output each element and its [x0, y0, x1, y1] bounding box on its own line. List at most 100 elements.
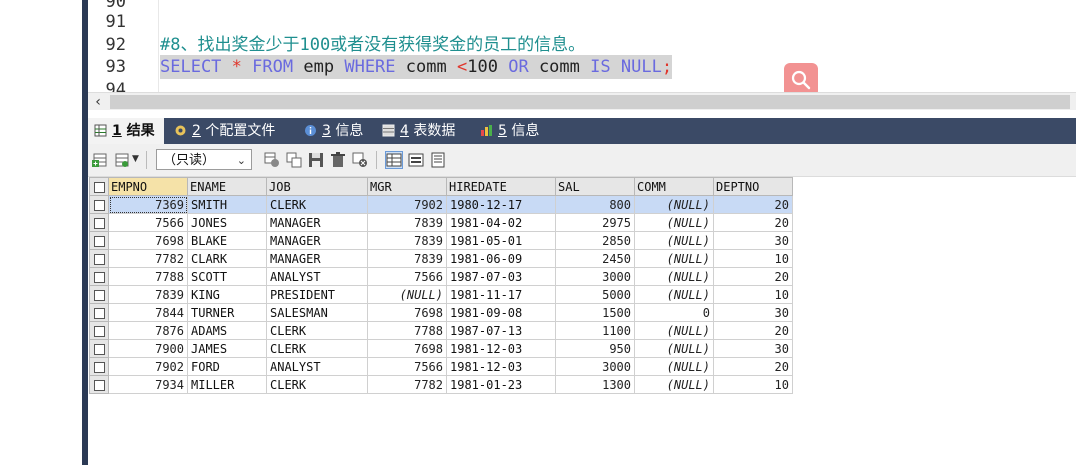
grid-cell[interactable]: 1980-12-17: [446, 195, 556, 214]
chevron-down-icon[interactable]: ▼: [132, 154, 139, 164]
grid-cell[interactable]: (NULL): [634, 357, 714, 376]
scroll-thumb[interactable]: [110, 95, 1070, 109]
grid-cell[interactable]: 10: [713, 249, 793, 268]
grid-cell[interactable]: 7844: [108, 303, 188, 322]
grid-cell[interactable]: 7566: [367, 267, 447, 286]
grid-cell[interactable]: TURNER: [187, 303, 267, 322]
sql-editor[interactable]: 90 91 92 93 94 #8、找出奖金少于100或者没有获得奖金的员工的信…: [88, 0, 1076, 92]
grid-cell[interactable]: 7902: [367, 195, 447, 214]
grid-cell[interactable]: (NULL): [634, 285, 714, 304]
grid-cell[interactable]: 7839: [367, 213, 447, 232]
sql-comment-line[interactable]: #8、找出奖金少于100或者没有获得奖金的员工的信息。: [160, 33, 585, 57]
grid-cell[interactable]: ANALYST: [266, 267, 368, 286]
grid-cell[interactable]: (NULL): [634, 231, 714, 250]
grid-cell[interactable]: 20: [713, 321, 793, 340]
grid-cell[interactable]: 7839: [108, 285, 188, 304]
column-header[interactable]: EMPNO: [108, 177, 188, 196]
grid-cell[interactable]: JAMES: [187, 339, 267, 358]
grid-cell[interactable]: 3000: [555, 267, 635, 286]
editor-horizontal-scrollbar[interactable]: ‹: [88, 92, 1076, 111]
grid-cell[interactable]: (NULL): [634, 375, 714, 394]
add-row-icon[interactable]: [92, 152, 108, 168]
grid-cell[interactable]: 0: [634, 303, 714, 322]
grid-cell[interactable]: (NULL): [367, 285, 447, 304]
tab-table-data[interactable]: 4 表数据: [376, 118, 455, 144]
grid-cell[interactable]: CLERK: [266, 339, 368, 358]
grid-cell[interactable]: 10: [713, 375, 793, 394]
grid-cell[interactable]: 7782: [367, 375, 447, 394]
grid-cell[interactable]: 1981-01-23: [446, 375, 556, 394]
grid-cell[interactable]: 7369: [108, 195, 188, 214]
row-checkbox[interactable]: [89, 303, 109, 322]
grid-cell[interactable]: 1300: [555, 375, 635, 394]
text-view-icon[interactable]: [430, 152, 446, 168]
grid-cell[interactable]: ADAMS: [187, 321, 267, 340]
insert-row-icon[interactable]: [264, 152, 280, 168]
grid-cell[interactable]: 20: [713, 267, 793, 286]
grid-cell[interactable]: (NULL): [634, 339, 714, 358]
row-checkbox[interactable]: [89, 339, 109, 358]
table-row[interactable]: 7902 FORD ANALYST 7566 1981-12-03 3000 (NULL) 2…: [89, 357, 793, 376]
select-all-checkbox[interactable]: [89, 177, 109, 196]
grid-cell[interactable]: 1987-07-13: [446, 321, 556, 340]
grid-cell[interactable]: 1981-09-08: [446, 303, 556, 322]
scroll-left-arrow-icon[interactable]: ‹: [90, 93, 106, 111]
row-checkbox[interactable]: [89, 195, 109, 214]
grid-cell[interactable]: 1981-05-01: [446, 231, 556, 250]
grid-cell[interactable]: 7698: [108, 231, 188, 250]
grid-cell[interactable]: 30: [713, 339, 793, 358]
grid-cell[interactable]: 5000: [555, 285, 635, 304]
column-header[interactable]: JOB: [266, 177, 368, 196]
grid-cell[interactable]: 3000: [555, 357, 635, 376]
grid-cell[interactable]: (NULL): [634, 249, 714, 268]
grid-cell[interactable]: CLARK: [187, 249, 267, 268]
grid-cell[interactable]: 7839: [367, 249, 447, 268]
column-header[interactable]: MGR: [367, 177, 447, 196]
grid-cell[interactable]: BLAKE: [187, 231, 267, 250]
grid-view-icon[interactable]: [385, 151, 403, 169]
save-icon[interactable]: [308, 152, 324, 168]
tab-profiles[interactable]: 2 个配置文件: [168, 118, 275, 144]
table-row[interactable]: 7844 TURNER SALESMAN 7698 1981-09-08 1500 0 30: [89, 303, 793, 322]
column-header[interactable]: ENAME: [187, 177, 267, 196]
column-header[interactable]: COMM: [634, 177, 714, 196]
grid-cell[interactable]: 2975: [555, 213, 635, 232]
export-icon[interactable]: [114, 152, 130, 168]
form-view-icon[interactable]: [408, 152, 424, 168]
grid-cell[interactable]: PRESIDENT: [266, 285, 368, 304]
grid-cell[interactable]: (NULL): [634, 195, 714, 214]
grid-cell[interactable]: MILLER: [187, 375, 267, 394]
grid-cell[interactable]: 1981-04-02: [446, 213, 556, 232]
grid-cell[interactable]: ANALYST: [266, 357, 368, 376]
table-row[interactable]: 7369 SMITH CLERK 7902 1980-12-17 800 (NULL) 20: [89, 195, 793, 214]
row-checkbox[interactable]: [89, 375, 109, 394]
grid-cell[interactable]: 7566: [108, 213, 188, 232]
grid-cell[interactable]: 800: [555, 195, 635, 214]
grid-cell[interactable]: 7566: [367, 357, 447, 376]
sql-query-line[interactable]: SELECT * FROM emp WHERE comm <100 OR com…: [160, 55, 673, 79]
grid-cell[interactable]: 1100: [555, 321, 635, 340]
grid-cell[interactable]: 30: [713, 231, 793, 250]
grid-cell[interactable]: 7839: [367, 231, 447, 250]
grid-cell[interactable]: 7902: [108, 357, 188, 376]
result-grid[interactable]: EMPNO ENAME JOB MGR HIREDATE SAL COMM DE…: [89, 177, 793, 394]
grid-cell[interactable]: SCOTT: [187, 267, 267, 286]
table-row[interactable]: 7876 ADAMS CLERK 7788 1987-07-13 1100 (NULL) 20: [89, 321, 793, 340]
grid-cell[interactable]: 30: [713, 303, 793, 322]
grid-cell[interactable]: 7782: [108, 249, 188, 268]
grid-cell[interactable]: MANAGER: [266, 231, 368, 250]
column-header[interactable]: HIREDATE: [446, 177, 556, 196]
row-checkbox[interactable]: [89, 357, 109, 376]
grid-cell[interactable]: 7876: [108, 321, 188, 340]
table-row[interactable]: 7900 JAMES CLERK 7698 1981-12-03 950 (NULL) 30: [89, 339, 793, 358]
table-row[interactable]: 7782 CLARK MANAGER 7839 1981-06-09 2450 (NULL)…: [89, 249, 793, 268]
table-row[interactable]: 7566 JONES MANAGER 7839 1981-04-02 2975 (NULL)…: [89, 213, 793, 232]
grid-cell[interactable]: (NULL): [634, 213, 714, 232]
table-row[interactable]: 7839 KING PRESIDENT (NULL) 1981-11-17 5000 (NU…: [89, 285, 793, 304]
column-header[interactable]: SAL: [555, 177, 635, 196]
grid-cell[interactable]: 7934: [108, 375, 188, 394]
read-only-mode-select[interactable]: （只读） ⌄: [156, 149, 252, 170]
table-row[interactable]: 7698 BLAKE MANAGER 7839 1981-05-01 2850 (NULL)…: [89, 231, 793, 250]
grid-cell[interactable]: CLERK: [266, 375, 368, 394]
copy-row-icon[interactable]: [286, 152, 302, 168]
